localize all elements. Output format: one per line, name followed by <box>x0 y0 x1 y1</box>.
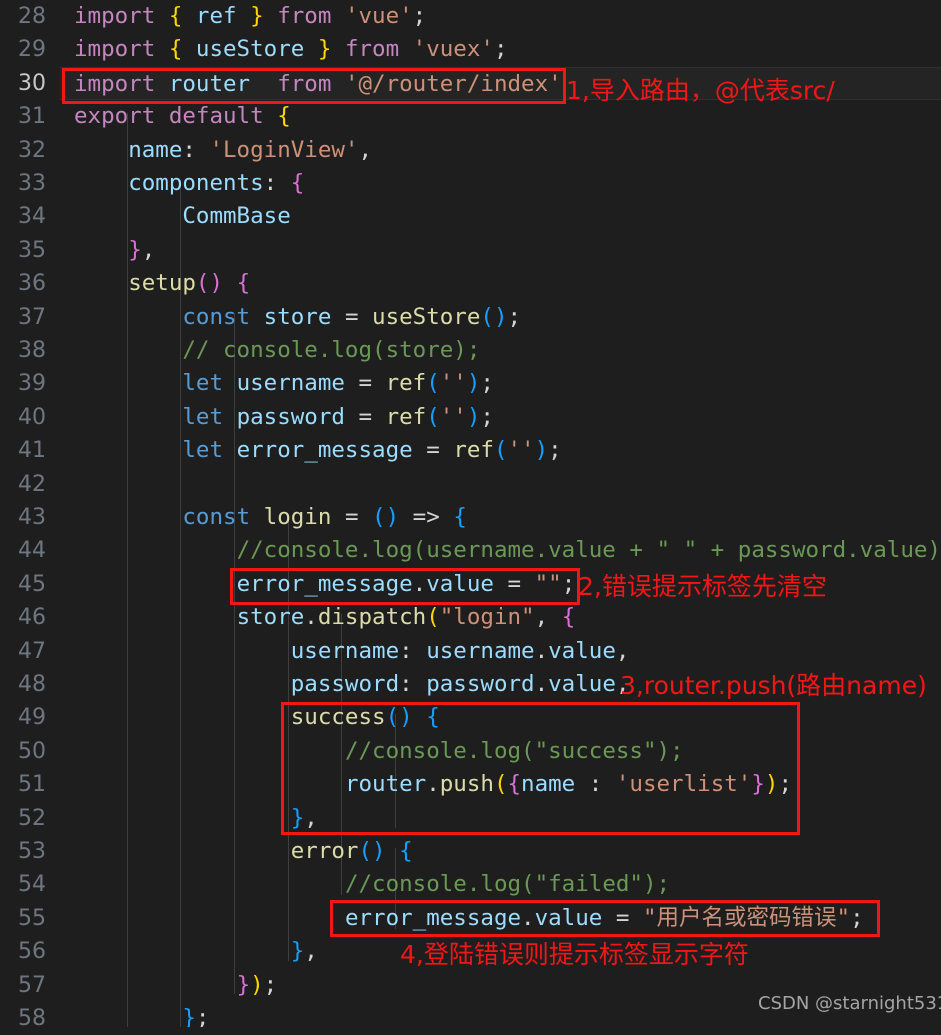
line-number: 32 <box>18 137 46 163</box>
line-number: 48 <box>18 672 46 697</box>
line-number: 49 <box>18 705 46 731</box>
line-number: 33 <box>18 171 46 196</box>
code-line[interactable]: error() { <box>60 835 941 868</box>
line-number: 36 <box>18 271 46 297</box>
code-editor[interactable]: 28 29 30 31 32 33 34 35 36 37 38 39 40 41 42 43 44 45 46 47… <box>0 0 941 1031</box>
line-number: 58 <box>18 1006 46 1031</box>
line-number: 57 <box>18 972 46 998</box>
code-line[interactable]: username: username.value, <box>60 635 941 668</box>
code-line[interactable]: //console.log("failed"); <box>60 868 941 901</box>
line-number: 56 <box>18 939 46 965</box>
code-line[interactable]: setup() { <box>60 267 941 300</box>
code-line[interactable]: components: { <box>60 167 941 200</box>
code-line[interactable]: //console.log("success"); <box>60 735 941 768</box>
code-line[interactable]: name: 'LoginView', <box>60 134 941 167</box>
code-line[interactable] <box>60 468 941 501</box>
code-line[interactable]: let username = ref(''); <box>60 367 941 400</box>
code-line[interactable]: let error_message = ref(''); <box>60 434 941 467</box>
line-number: 44 <box>18 538 46 564</box>
code-line[interactable]: error_message.value = "用户名或密码错误"; <box>60 902 941 935</box>
line-number: 52 <box>18 805 46 831</box>
line-number: 34 <box>18 204 46 230</box>
code-line[interactable]: router.push({name : 'userlist'}); <box>60 768 941 801</box>
line-number: 39 <box>18 371 46 397</box>
code-line[interactable]: import { useStore } from 'vuex'; <box>60 33 941 66</box>
code-line[interactable]: const login = () => { <box>60 501 941 534</box>
code-line[interactable]: //console.log(username.value + " " + pas… <box>60 534 941 567</box>
code-line[interactable]: const store = useStore(); <box>60 301 941 334</box>
code-line-active[interactable]: import router from '@/router/index' <box>60 66 941 101</box>
line-number-gutter: 28 29 30 31 32 33 34 35 36 37 38 39 40 41 42 43 44 45 46 47… <box>0 0 60 1031</box>
line-number: 38 <box>18 338 46 363</box>
line-number: 40 <box>18 404 46 430</box>
code-line[interactable]: }, <box>60 802 941 835</box>
line-number: 41 <box>18 438 46 464</box>
code-line[interactable]: let password = ref(''); <box>60 401 941 434</box>
line-number: 45 <box>18 571 46 597</box>
code-line[interactable]: store.dispatch("login", { <box>60 601 941 634</box>
line-number: 46 <box>18 605 46 631</box>
line-number: 51 <box>18 772 46 798</box>
code-line[interactable]: success() { <box>60 701 941 734</box>
code-line[interactable]: // console.log(store); <box>60 334 941 367</box>
line-number: 43 <box>18 505 46 530</box>
code-line[interactable]: }, <box>60 234 941 267</box>
line-number: 29 <box>18 37 46 63</box>
line-number: 35 <box>18 237 46 263</box>
line-number: 47 <box>18 638 46 664</box>
line-number: 54 <box>18 872 46 898</box>
code-line[interactable]: CommBase <box>60 200 941 233</box>
code-line[interactable]: password: password.value, <box>60 668 941 701</box>
line-number: 55 <box>18 905 46 931</box>
line-number: 37 <box>18 304 46 330</box>
line-number: 53 <box>18 839 46 864</box>
line-number: 30 <box>18 70 46 96</box>
code-line[interactable]: }, <box>60 935 941 968</box>
line-number: 31 <box>18 104 46 130</box>
line-number: 42 <box>18 471 46 497</box>
code-content-area[interactable]: import { ref } from 'vue'; import { useS… <box>60 0 941 1027</box>
code-line[interactable]: error_message.value = ""; <box>60 568 941 601</box>
code-line[interactable]: import { ref } from 'vue'; <box>60 0 941 33</box>
line-number: 28 <box>18 4 46 29</box>
code-line[interactable]: export default { <box>60 100 941 133</box>
line-number: 50 <box>18 738 46 764</box>
watermark: CSDN @starnight531 <box>758 993 941 1014</box>
